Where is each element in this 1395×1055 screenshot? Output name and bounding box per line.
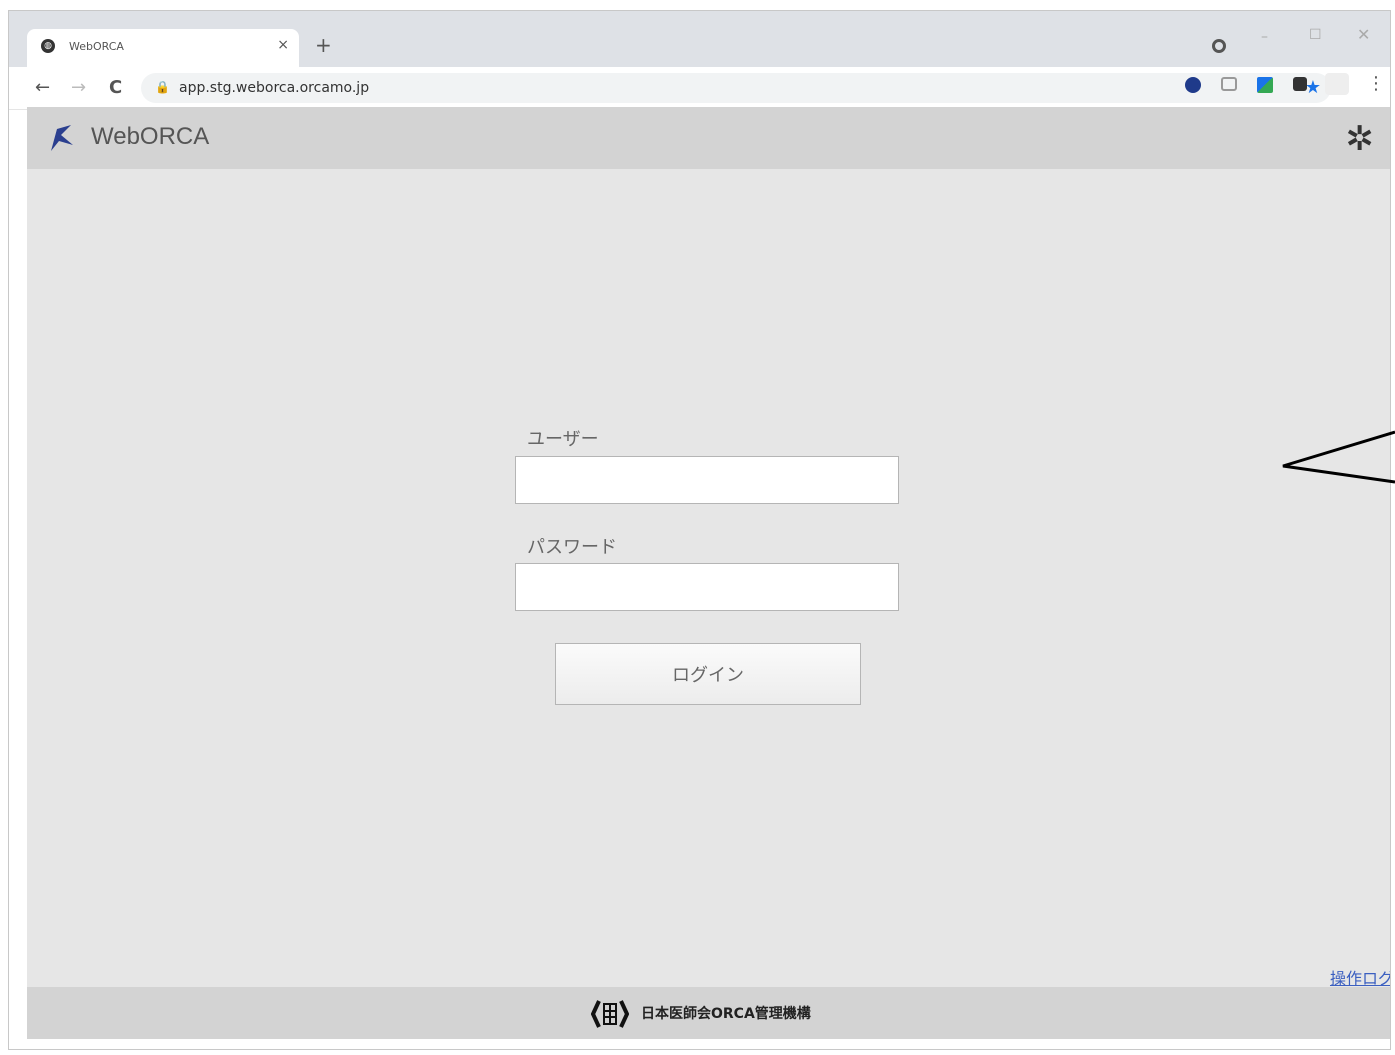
extensions-icon[interactable] xyxy=(1293,77,1307,91)
gear-icon[interactable]: ✲ xyxy=(1346,119,1375,159)
app-title: WebORCA xyxy=(91,123,210,150)
address-bar[interactable]: 🔒 app.stg.weborca.orcamo.jp ★ xyxy=(141,73,1331,103)
weborca-logo-icon xyxy=(51,125,73,151)
back-arrow-icon[interactable]: ← xyxy=(35,77,50,98)
org-name: 日本医師会ORCA管理機構 xyxy=(641,1006,811,1022)
tab-strip: ◍ WebORCA × + – ☐ ✕ xyxy=(9,11,1390,67)
reload-icon[interactable]: C xyxy=(109,77,122,98)
address-bar-row: ← → C 🔒 app.stg.weborca.orcamo.jp ★ xyxy=(9,67,1390,110)
cast-icon[interactable] xyxy=(1221,77,1237,91)
user-input[interactable] xyxy=(515,456,899,504)
tab-title: WebORCA xyxy=(69,40,124,53)
password-input[interactable] xyxy=(515,563,899,611)
maximize-icon[interactable]: ☐ xyxy=(1309,27,1322,43)
operation-log-link[interactable]: 操作ログ xyxy=(1330,965,1390,989)
footer: 日本医師会ORCA管理機構 xyxy=(27,987,1390,1039)
orca-org-logo-icon xyxy=(591,1000,629,1028)
tab-close-icon[interactable]: × xyxy=(277,37,289,53)
login-button[interactable]: ログイン xyxy=(555,643,861,705)
extension-check-icon[interactable] xyxy=(1185,77,1201,93)
avatar[interactable] xyxy=(1325,73,1349,95)
bookmark-star-icon[interactable]: ★ xyxy=(1305,77,1321,98)
login-panel: ユーザー パスワード ログイン 操作ログ xyxy=(27,169,1390,989)
close-window-icon[interactable]: ✕ xyxy=(1357,25,1370,44)
favicon-icon: ◍ xyxy=(41,39,55,53)
user-label: ユーザー xyxy=(527,429,599,450)
app-header: WebORCA ✲ xyxy=(27,107,1390,169)
callout-pointer-icon xyxy=(1282,430,1395,484)
new-tab-icon[interactable]: + xyxy=(315,33,332,57)
profile-icon[interactable] xyxy=(1212,39,1226,53)
browser-tab[interactable]: ◍ WebORCA × xyxy=(27,29,299,67)
browser-window: ◍ WebORCA × + – ☐ ✕ ← → C 🔒 app.stg.webo… xyxy=(8,10,1391,1050)
forward-arrow-icon[interactable]: → xyxy=(71,77,86,98)
browser-menu-icon[interactable]: ⋮ xyxy=(1367,73,1385,94)
extension-puzzle-color-icon[interactable] xyxy=(1257,77,1273,93)
lock-icon: 🔒 xyxy=(155,80,170,94)
minimize-icon[interactable]: – xyxy=(1261,29,1268,45)
url-text[interactable]: app.stg.weborca.orcamo.jp xyxy=(179,80,369,96)
password-label: パスワード xyxy=(527,537,617,558)
